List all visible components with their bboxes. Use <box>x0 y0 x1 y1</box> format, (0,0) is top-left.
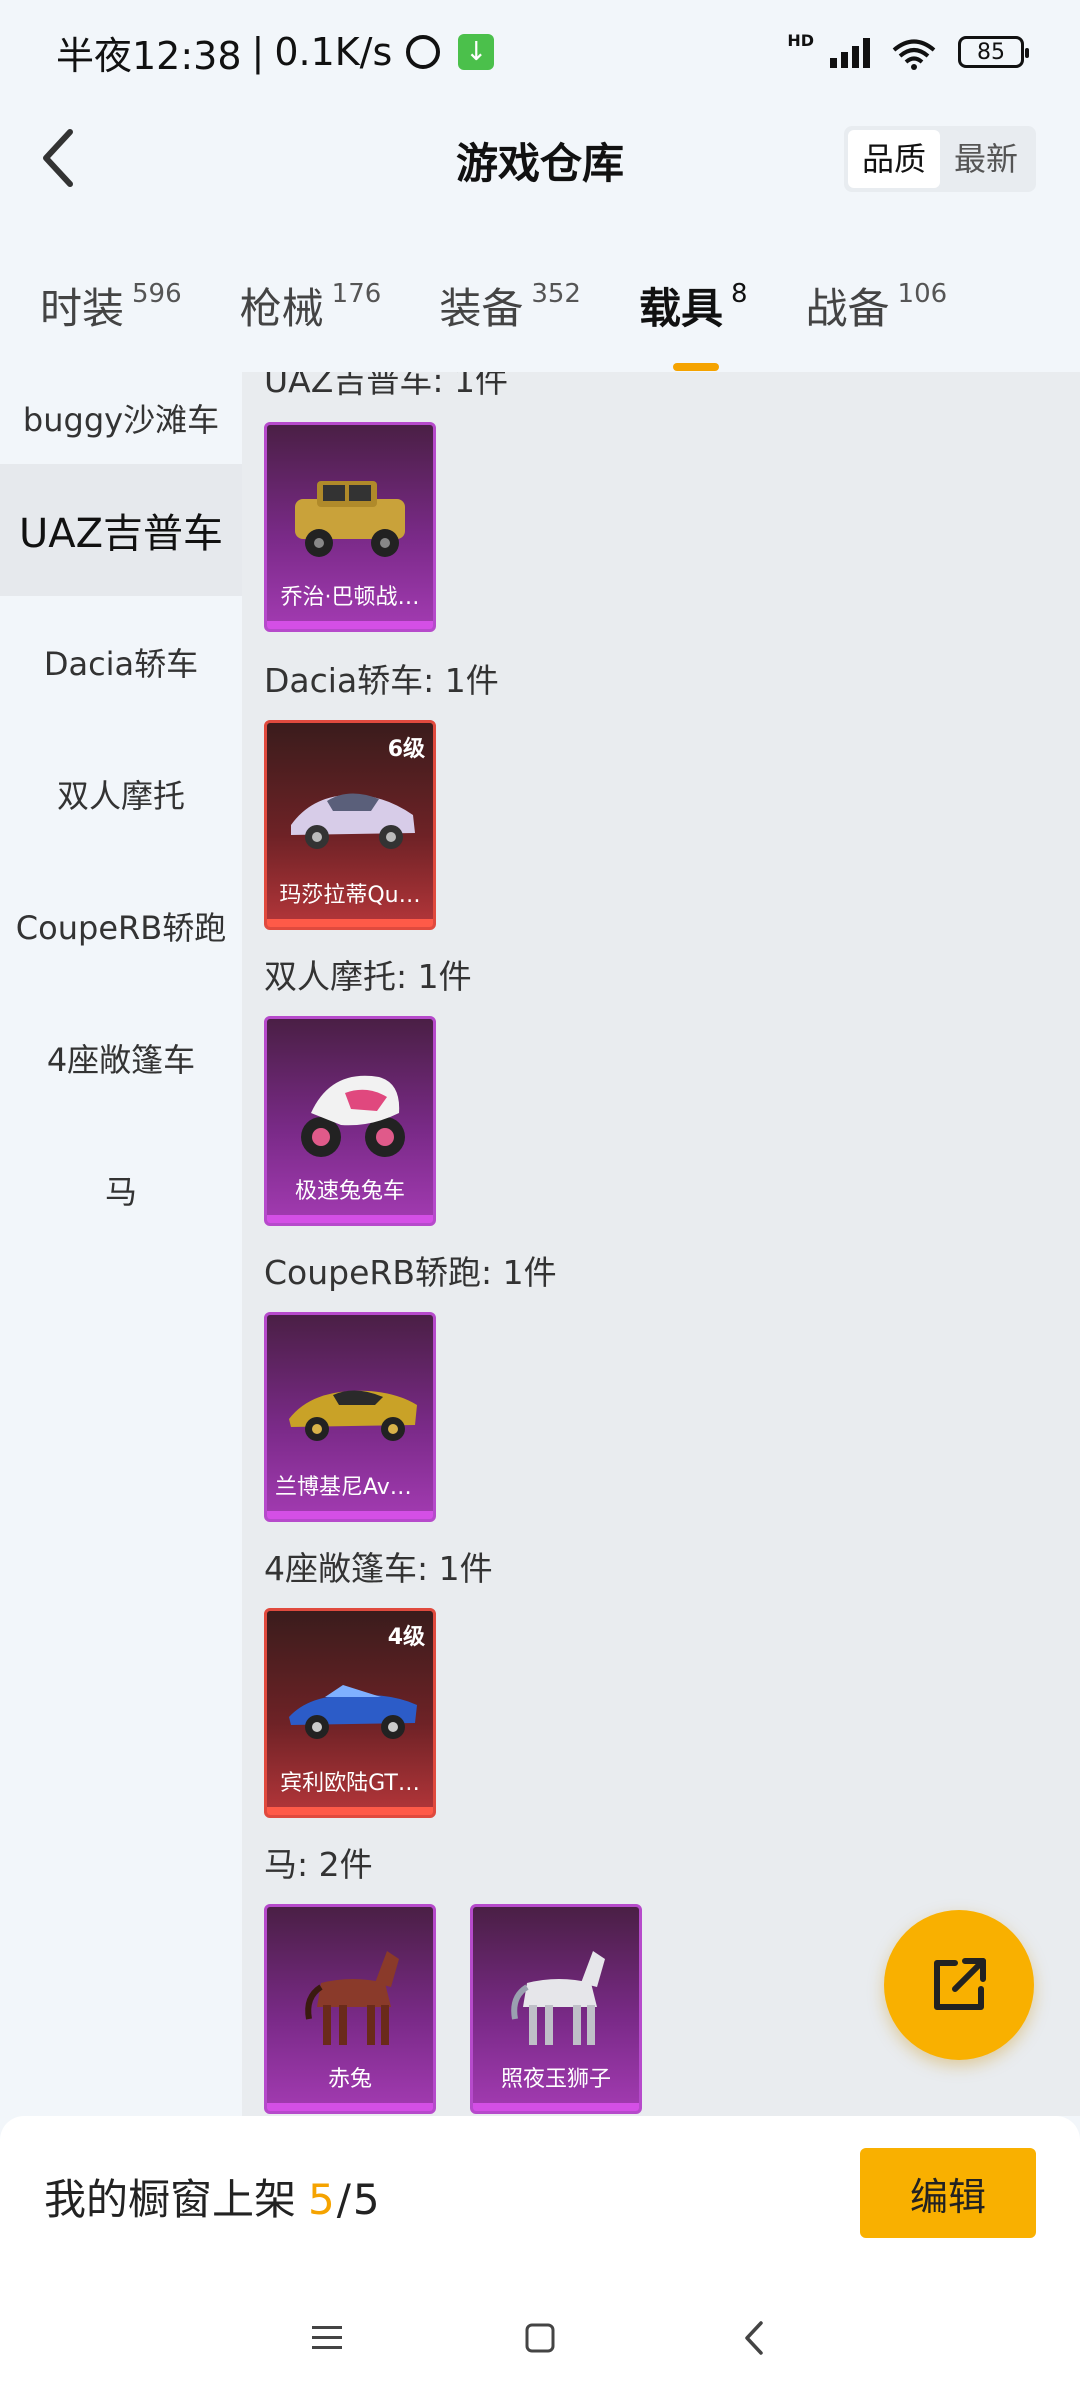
item-name: 照夜玉狮子 <box>500 2067 611 2092</box>
showcase-label: 我的橱窗上架 <box>44 2175 297 2224</box>
tab-equipment[interactable]: 装备 352 <box>439 275 581 336</box>
battery-icon: 85 <box>958 36 1029 68</box>
motorcycle-image <box>301 1075 405 1157</box>
tab-count: 596 <box>132 278 182 309</box>
menu-icon <box>311 2326 342 2349</box>
tab-battle-gear[interactable]: 战备 106 <box>806 275 948 336</box>
item-name: 极速兔兔车 <box>294 1179 405 1204</box>
section-title-convertible: 4座敞篷车: 1件 <box>264 1549 493 1588</box>
red-horse-image <box>305 1951 399 2045</box>
jeep-image <box>295 481 405 557</box>
tab-label: 战备 <box>805 283 890 333</box>
status-time: 半夜12:38 <box>56 33 242 78</box>
sedan-image <box>291 793 415 849</box>
item-card[interactable]: 6级 玛莎拉蒂Qu… <box>264 720 436 930</box>
hd-signal-icon: HD <box>787 30 814 50</box>
convertible-image <box>289 1685 417 1739</box>
tab-label: 载具 <box>638 283 723 333</box>
sort-option-newest[interactable]: 最新 <box>940 130 1032 188</box>
item-card[interactable]: 兰博基尼Ave… <box>264 1312 436 1522</box>
rarity-strip <box>473 2103 639 2111</box>
item-card[interactable]: 照夜玉狮子 <box>470 1904 642 2114</box>
rarity-strip <box>267 2103 433 2111</box>
section-title-coupe: CoupeRB轿跑: 1件 <box>264 1253 557 1292</box>
item-name: 玛莎拉蒂Qu… <box>279 883 421 908</box>
edit-button[interactable]: 编辑 <box>860 2148 1036 2238</box>
tab-guns[interactable]: 枪械 176 <box>240 275 382 336</box>
supercar-image <box>289 1390 417 1441</box>
sidebar-item-motorcycle[interactable]: 双人摩托 <box>0 728 242 860</box>
rarity-strip <box>267 1215 433 1223</box>
tab-count: 8 <box>730 278 748 309</box>
sidebar-item-coupe[interactable]: CoupeRB轿跑 <box>0 860 242 992</box>
rarity-strip <box>267 919 433 927</box>
item-name: 赤兔 <box>327 2067 372 2092</box>
rarity-strip <box>267 1807 433 1815</box>
rarity-strip <box>267 621 433 629</box>
category-tabs: 时装 596 枪械 176 装备 352 载具 8 战备 106 <box>0 250 1080 371</box>
home-icon <box>525 2323 555 2353</box>
share-icon <box>934 1958 986 2010</box>
back-icon <box>745 2321 764 2355</box>
menu-nav-button[interactable] <box>297 2308 357 2368</box>
item-name: 宾利欧陆GT… <box>280 1771 420 1796</box>
item-name: 乔治·巴顿战… <box>280 585 420 610</box>
vehicle-list: UAZ吉普车: 1件 乔治·巴顿战… Dacia轿车: 1件 6级 玛莎拉蒂Qu… <box>242 372 1080 2116</box>
item-card[interactable]: 4级 宾利欧陆GT… <box>264 1608 436 1818</box>
showcase-current-count: 5 <box>308 2175 335 2224</box>
showcase-separator: / <box>336 2175 351 2224</box>
showcase-status: 我的橱窗上架 5 / 5 <box>44 2166 380 2227</box>
wifi-icon <box>892 36 936 70</box>
sort-toggle: 品质 最新 <box>843 126 1036 192</box>
section-title-dacia: Dacia轿车: 1件 <box>264 661 499 700</box>
rarity-strip <box>267 1511 433 1519</box>
tab-count: 352 <box>531 278 581 309</box>
tab-count: 106 <box>897 278 948 309</box>
system-nav-bar <box>0 2276 1080 2400</box>
sidebar-item-uaz[interactable]: UAZ吉普车 <box>0 464 242 596</box>
tab-vehicles[interactable]: 载具 8 <box>638 275 748 371</box>
sort-option-quality[interactable]: 品质 <box>847 130 940 188</box>
sidebar-item-dacia[interactable]: Dacia轿车 <box>0 596 242 728</box>
tab-label: 时装 <box>40 283 125 333</box>
sidebar-item-horse[interactable]: 马 <box>0 1124 242 1256</box>
tab-fashion[interactable]: 时装 596 <box>40 275 182 336</box>
status-network-speed: 0.1K/s <box>274 30 393 74</box>
sidebar-item-convertible[interactable]: 4座敞篷车 <box>0 992 242 1124</box>
section-title-uaz: UAZ吉普车: 1件 <box>264 372 508 400</box>
signal-icon <box>830 36 870 68</box>
active-tab-indicator <box>672 362 719 371</box>
back-nav-button[interactable] <box>723 2308 783 2368</box>
showcase-bar: 我的橱窗上架 5 / 5 编辑 <box>0 2116 1080 2276</box>
item-card[interactable]: 赤兔 <box>264 1904 436 2114</box>
sidebar-item-buggy[interactable]: buggy沙滩车 <box>0 372 242 464</box>
tab-count: 176 <box>331 278 382 309</box>
item-card[interactable]: 极速兔兔车 <box>264 1016 436 1226</box>
tab-label: 枪械 <box>239 283 324 333</box>
item-card[interactable]: 乔治·巴顿战… <box>264 422 436 632</box>
vehicle-type-sidebar: buggy沙滩车 UAZ吉普车 Dacia轿车 双人摩托 CoupeRB轿跑 4… <box>0 372 242 2116</box>
status-divider: | <box>251 30 265 74</box>
item-name: 兰博基尼Ave… <box>275 1475 425 1500</box>
section-title-horse: 马: 2件 <box>264 1845 373 1884</box>
tab-label: 装备 <box>439 283 524 333</box>
white-horse-image <box>511 1951 605 2045</box>
alarm-icon <box>406 35 441 69</box>
share-button[interactable] <box>884 1910 1034 2060</box>
section-title-motorcycle: 双人摩托: 1件 <box>264 957 472 996</box>
home-nav-button[interactable] <box>510 2308 570 2368</box>
header: 游戏仓库 品质 最新 <box>0 104 1080 214</box>
download-icon: ↓ <box>458 34 495 70</box>
status-bar: 半夜12:38 | 0.1K/s ↓ HD 85 <box>0 0 1080 104</box>
showcase-total-count: 5 <box>352 2175 380 2224</box>
